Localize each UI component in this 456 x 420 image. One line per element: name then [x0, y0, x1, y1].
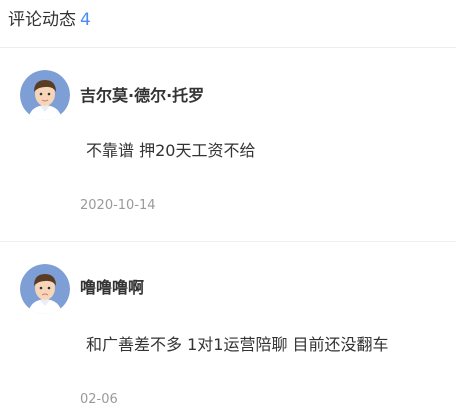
comment-date: 2020-10-14	[80, 198, 156, 213]
user-avatar-icon[interactable]	[20, 70, 70, 120]
section-title-label: 评论动态	[8, 10, 76, 30]
comment-date: 02-06	[80, 392, 118, 407]
comment-content: 不靠谱 押20天工资不给	[86, 141, 256, 160]
section-title: 评论动态 4	[8, 8, 91, 32]
comment-content: 和广善差不多 1对1运营陪聊 目前还没翻车	[86, 335, 389, 354]
comment-feed-page: 评论动态4 吉尔莫·德尔·托罗 不靠谱 押20天工资不给 2020-10-14	[0, 0, 456, 420]
user-avatar-icon[interactable]	[20, 264, 70, 314]
comment-feed-header: 评论动态 4	[0, 0, 456, 48]
comment-author[interactable]: 噜噜噜啊	[80, 278, 144, 298]
comment-item: 噜噜噜啊 和广善差不多 1对1运营陪聊 目前还没翻车 02-06	[0, 242, 456, 420]
comment-author[interactable]: 吉尔莫·德尔·托罗	[80, 86, 204, 106]
comment-item: 吉尔莫·德尔·托罗 不靠谱 押20天工资不给 2020-10-14	[0, 48, 456, 242]
comment-count: 4	[80, 10, 91, 30]
